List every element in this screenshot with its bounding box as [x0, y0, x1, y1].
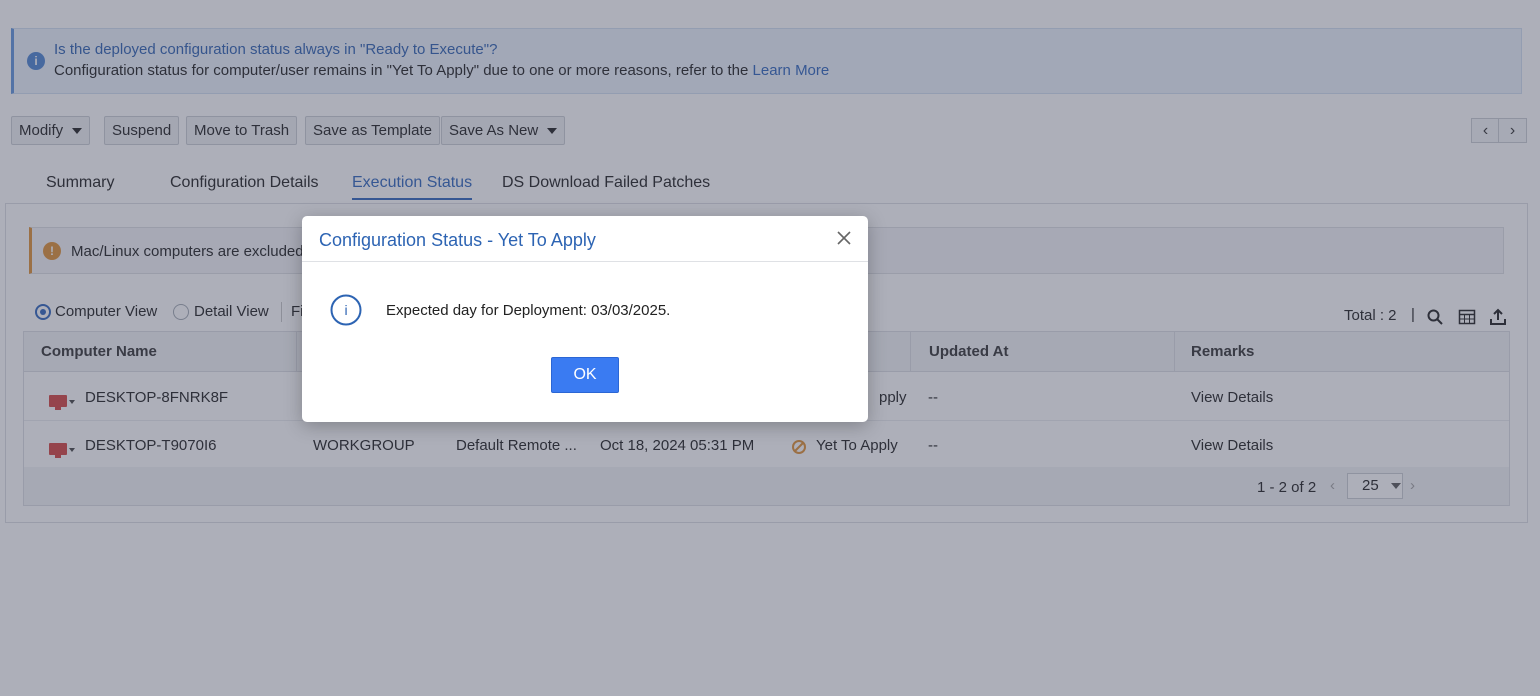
close-icon[interactable] — [835, 229, 853, 247]
configuration-status-dialog: Configuration Status - Yet To Apply i Ex… — [302, 216, 868, 422]
info-glyph: i — [344, 302, 347, 318]
dialog-header: Configuration Status - Yet To Apply — [302, 216, 868, 262]
dialog-message: Expected day for Deployment: 03/03/2025. — [386, 302, 671, 319]
info-circle-icon: i — [330, 294, 362, 326]
dialog-title: Configuration Status - Yet To Apply — [319, 230, 596, 250]
ok-button[interactable]: OK — [551, 357, 619, 393]
